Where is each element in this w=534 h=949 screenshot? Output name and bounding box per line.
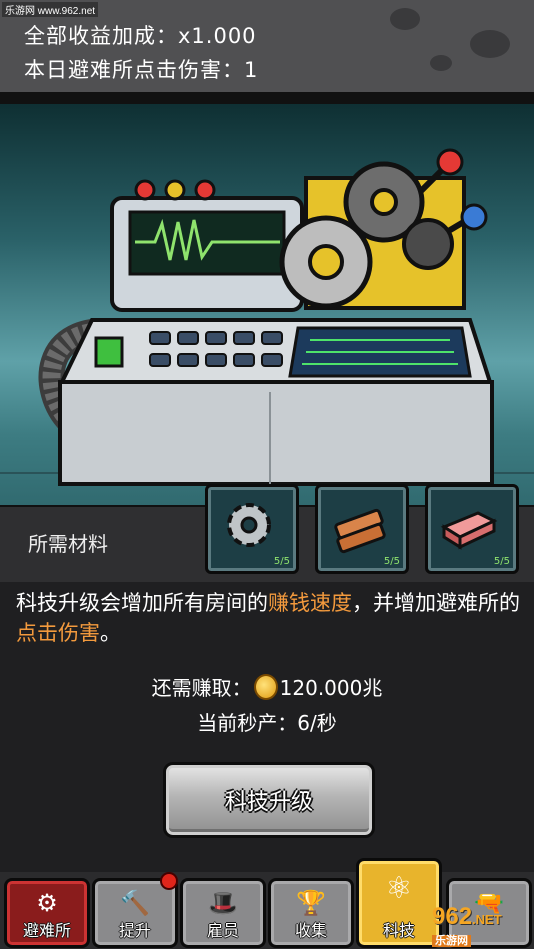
- tab-shelter[interactable]: ⚙ 避难所: [4, 878, 90, 948]
- material-count: 5/5: [273, 556, 290, 567]
- hat-icon: 🎩: [208, 889, 238, 917]
- gear-icon: [227, 503, 271, 547]
- total-bonus-text: 全部收益加成：x1.000: [24, 24, 257, 48]
- brick-icon: [440, 511, 498, 550]
- daily-click-damage-text: 本日避难所点击伤害：1: [24, 58, 259, 82]
- atom-icon: ⚛: [385, 871, 413, 906]
- materials-label: 所需材料: [28, 532, 108, 556]
- coin-icon: [253, 674, 278, 700]
- wood-plank-icon: [334, 508, 386, 554]
- requirement-label: 还需赚取：: [151, 676, 252, 700]
- material-slot-gear[interactable]: 5/5: [205, 484, 299, 574]
- requirement-line: 还需赚取： 120.000兆: [0, 672, 534, 701]
- trophy-icon: 🏆: [296, 889, 326, 917]
- watermark: 乐游网 www.962.net: [2, 2, 99, 17]
- requirement-value: 120.000兆: [279, 676, 383, 700]
- tab-collection[interactable]: 🏆 收集: [268, 878, 354, 948]
- material-slot-brick[interactable]: 5/5: [425, 484, 519, 574]
- tech-description: 科技升级会增加所有房间的赚钱速度，并增加避难所的点击伤害。: [16, 591, 520, 645]
- hammer-icon: 🔨: [120, 889, 150, 917]
- gear-house-icon: ⚙: [36, 889, 58, 917]
- notification-badge: [160, 872, 178, 890]
- material-count: 5/5: [493, 556, 510, 567]
- tech-upgrade-button[interactable]: 科技升级: [163, 762, 375, 838]
- material-slot-wood[interactable]: 5/5: [315, 484, 409, 574]
- production-rate: 当前秒产：6/秒: [197, 711, 337, 735]
- tab-employees[interactable]: 🎩 雇员: [180, 878, 266, 948]
- site-logo: 962.NET 乐游网: [432, 903, 502, 947]
- tab-tech[interactable]: ⚛ 科技: [356, 858, 442, 948]
- material-count: 5/5: [383, 556, 400, 567]
